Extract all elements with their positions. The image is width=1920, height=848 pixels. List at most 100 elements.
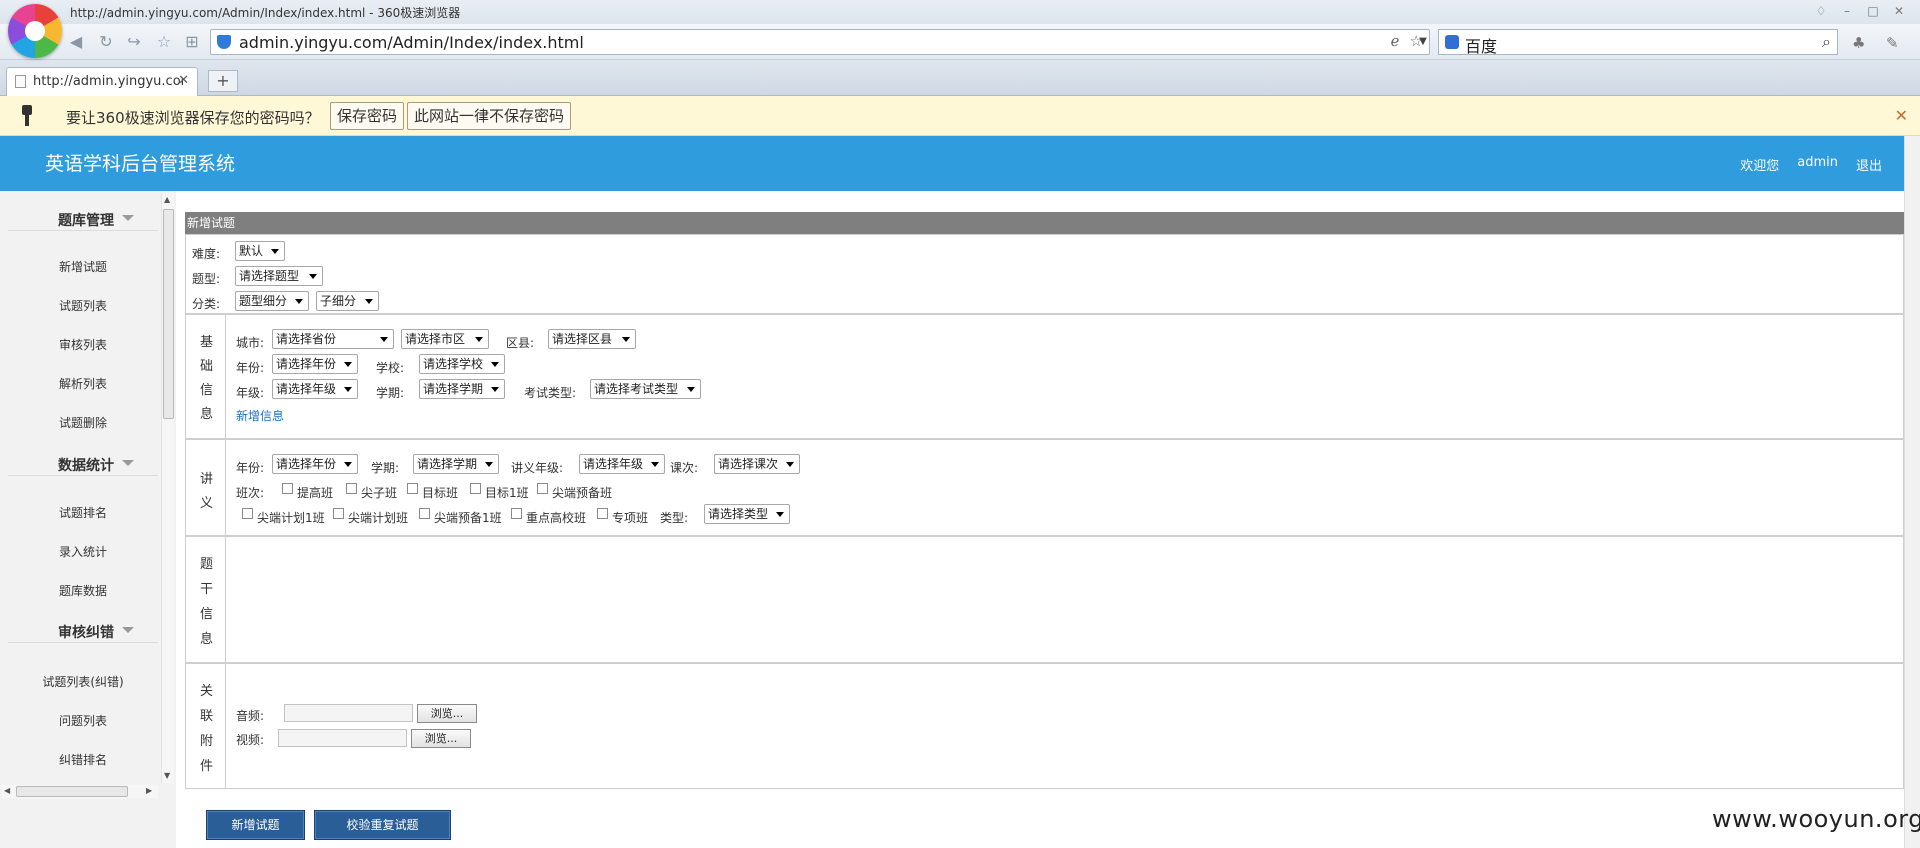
- forward-icon[interactable]: ↪: [124, 32, 144, 52]
- favorites-star-icon[interactable]: ☆: [154, 32, 174, 52]
- minimize-icon[interactable]: –: [1836, 2, 1858, 20]
- question-type-select[interactable]: 请选择题型: [235, 266, 323, 286]
- lesson-select[interactable]: 请选择课次: [714, 454, 800, 474]
- check-duplicate-button[interactable]: 校验重复试题: [314, 810, 451, 840]
- grade-select[interactable]: 请选择年级: [272, 379, 358, 399]
- sidebar-item-entry-stats[interactable]: 录入统计: [8, 543, 158, 560]
- infobar-close-icon[interactable]: ✕: [1895, 106, 1908, 125]
- sidebar-item-issue-list[interactable]: 问题列表: [8, 712, 158, 729]
- audio-file-input[interactable]: [284, 704, 413, 722]
- caret-down-icon: [295, 299, 303, 304]
- sidebar-item-question-list[interactable]: 试题列表: [8, 297, 158, 314]
- address-text[interactable]: admin.yingyu.com/Admin/Index/index.html: [239, 33, 584, 52]
- search-icon[interactable]: ⌕: [1822, 32, 1831, 52]
- class-checkbox[interactable]: [333, 508, 344, 519]
- class-checkbox[interactable]: [419, 508, 430, 519]
- year-select[interactable]: 请选择年份: [272, 354, 358, 374]
- sidebar-item-add-question[interactable]: 新增试题: [8, 258, 158, 275]
- difficulty-select[interactable]: 默认: [235, 241, 285, 261]
- class-checkbox[interactable]: [242, 508, 253, 519]
- scroll-left-icon[interactable]: ◀: [4, 786, 10, 795]
- sidebar-item-analysis-list[interactable]: 解析列表: [8, 375, 158, 392]
- class-checkbox[interactable]: [511, 508, 522, 519]
- term-select[interactable]: 请选择学期: [419, 379, 505, 399]
- caret-down-icon: [475, 337, 483, 342]
- sidebar-section-statistics[interactable]: 数据统计: [8, 436, 158, 476]
- class-checkbox[interactable]: [346, 483, 357, 494]
- sidebar-section-review-correction[interactable]: 审核纠错: [8, 603, 158, 643]
- caret-down-icon: [309, 274, 317, 279]
- address-bar[interactable]: admin.yingyu.com/Admin/Index/index.html …: [210, 29, 1430, 55]
- class-checkbox[interactable]: [537, 483, 548, 494]
- watermark-text: www.wooyun.org: [1712, 805, 1920, 833]
- lecture-grade-label: 讲义年级:: [511, 461, 564, 475]
- sidebar-hscroll-thumb[interactable]: [16, 786, 128, 797]
- school-select[interactable]: 请选择学校: [419, 354, 505, 374]
- lecture-grade-select[interactable]: 请选择年级: [579, 454, 665, 474]
- class-checkbox[interactable]: [407, 483, 418, 494]
- sidebar-item-question-ranking[interactable]: 试题排名: [8, 504, 158, 521]
- school-label: 学校:: [376, 361, 405, 375]
- username-link[interactable]: admin: [1797, 155, 1838, 174]
- scroll-right-icon[interactable]: ▶: [146, 786, 152, 795]
- page-scrollbar[interactable]: [1904, 136, 1920, 848]
- audio-browse-button[interactable]: 浏览...: [417, 704, 477, 723]
- sidebar-item-review-list[interactable]: 审核列表: [8, 336, 158, 353]
- logout-link[interactable]: 退出: [1856, 155, 1882, 174]
- extension-icon[interactable]: ♣: [1852, 34, 1865, 52]
- video-file-input[interactable]: [278, 729, 407, 747]
- sidebar-scroll-thumb[interactable]: [163, 209, 174, 419]
- caret-down-icon: [651, 462, 659, 467]
- sidebar-item-delete-question[interactable]: 试题删除: [8, 414, 158, 431]
- address-dropdown-icon[interactable]: ▼: [1412, 29, 1434, 55]
- maximize-icon[interactable]: □: [1862, 2, 1884, 20]
- close-window-icon[interactable]: ✕: [1888, 2, 1910, 20]
- tools-wrench-icon[interactable]: ✎: [1886, 34, 1899, 52]
- browser-navbar: ◀ ↻ ↪ ☆ ⊞ admin.yingyu.com/Admin/Index/i…: [0, 24, 1920, 60]
- city-select[interactable]: 请选择市区: [401, 329, 489, 349]
- new-tab-button[interactable]: +: [208, 70, 238, 92]
- audio-label: 音频:: [236, 709, 265, 723]
- sidebar-horizontal-scrollbar[interactable]: ◀ ▶: [2, 785, 158, 798]
- province-select[interactable]: 请选择省份: [272, 329, 394, 349]
- class-checkbox[interactable]: [282, 483, 293, 494]
- lecture-type-select[interactable]: 请选择类型: [704, 504, 790, 524]
- back-icon[interactable]: ◀: [66, 32, 86, 52]
- class-checkbox[interactable]: [597, 508, 608, 519]
- sidebar-item-question-list-correction[interactable]: 试题列表(纠错): [8, 673, 158, 690]
- sidebar-item-bank-data[interactable]: 题库数据: [8, 582, 158, 599]
- refresh-icon[interactable]: ↻: [96, 32, 116, 52]
- class-checkbox[interactable]: [470, 483, 481, 494]
- tab-strip: http://admin.yingyu.com/Admin/Index/inde…: [0, 60, 1920, 96]
- search-box[interactable]: 百度 ⌕: [1438, 29, 1838, 56]
- browser-logo-icon[interactable]: [8, 4, 62, 58]
- header-links: 欢迎您 admin 退出: [1740, 155, 1882, 174]
- add-info-link[interactable]: 新增信息: [236, 407, 284, 424]
- video-browse-button[interactable]: 浏览...: [411, 729, 471, 748]
- ie-mode-icon[interactable]: ℯ: [1391, 32, 1400, 50]
- sidebar-section-question-bank[interactable]: 题库管理: [8, 191, 158, 231]
- apps-grid-icon[interactable]: ⊞: [182, 32, 202, 52]
- never-save-password-button[interactable]: 此网站一律不保存密码: [407, 102, 572, 130]
- exam-type-select[interactable]: 请选择考试类型: [590, 379, 701, 399]
- caret-down-icon: [491, 362, 499, 367]
- video-label: 视频:: [236, 733, 265, 747]
- scroll-up-icon[interactable]: ▲: [164, 195, 170, 204]
- stem-editor-area[interactable]: [227, 537, 1903, 662]
- subcategory-select[interactable]: 子细分: [316, 291, 379, 311]
- tab-active[interactable]: http://admin.yingyu.com/Admin/Index/inde…: [6, 67, 198, 96]
- scroll-down-icon[interactable]: ▼: [164, 771, 170, 780]
- sidebar-vertical-scrollbar[interactable]: ▲ ▼: [161, 193, 174, 783]
- district-select[interactable]: 请选择区县: [548, 329, 636, 349]
- page-icon: [15, 75, 26, 88]
- lecture-term-select[interactable]: 请选择学期: [413, 454, 499, 474]
- sidebar-item-correction-ranking[interactable]: 纠错排名: [8, 751, 158, 768]
- category-select[interactable]: 题型细分: [235, 291, 309, 311]
- save-password-button[interactable]: 保存密码: [330, 102, 405, 130]
- chevron-down-icon: [122, 460, 134, 466]
- add-question-button[interactable]: 新增试题: [206, 810, 305, 840]
- tab-close-icon[interactable]: ✕: [178, 73, 189, 88]
- lecture-year-select[interactable]: 请选择年份: [272, 454, 358, 474]
- skin-icon[interactable]: ♢: [1810, 2, 1832, 20]
- caret-down-icon: [687, 387, 695, 392]
